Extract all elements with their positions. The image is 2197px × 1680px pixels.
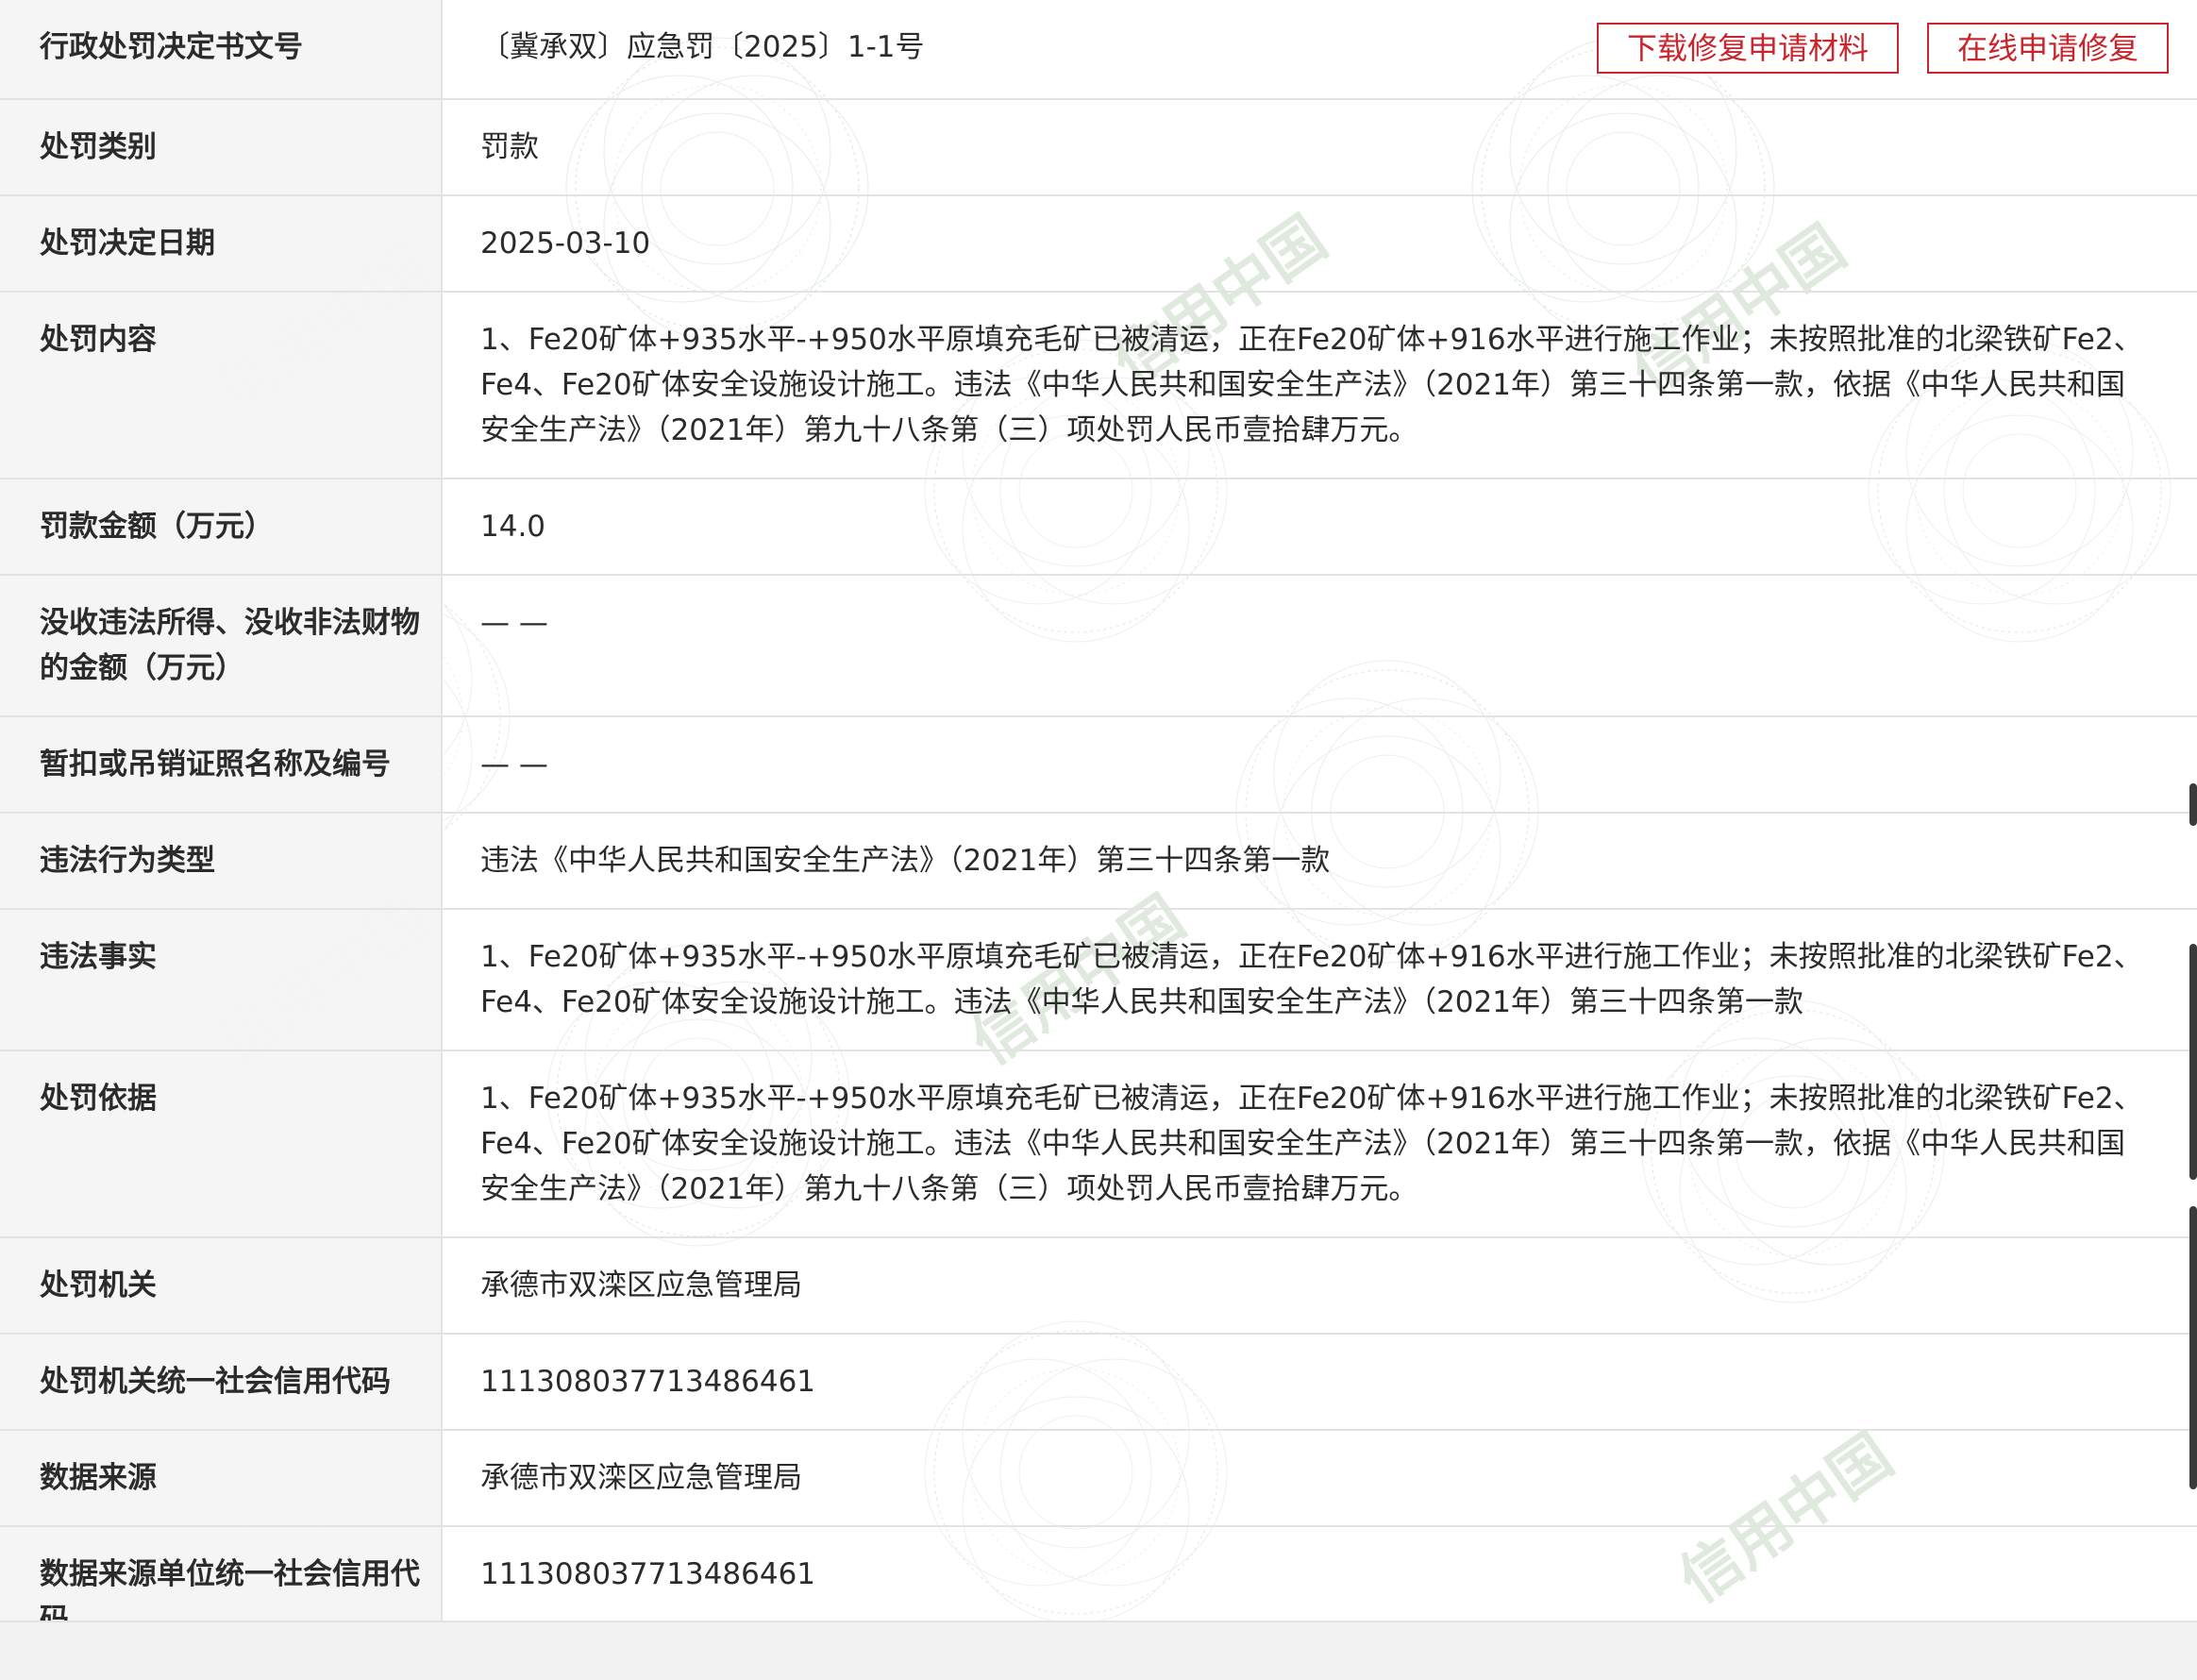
row-value: 111308037713486461 bbox=[442, 1525, 2197, 1621]
repair-actions: 下载修复申请材料 在线申请修复 bbox=[1596, 23, 2169, 74]
row-label: 处罚决定日期 bbox=[0, 194, 443, 292]
row-value: 2025-03-10 bbox=[442, 194, 2197, 292]
record-row-confiscation-amount: 没收违法所得、没收非法财物的金额（万元） — — bbox=[0, 574, 2197, 716]
row-label: 罚款金额（万元） bbox=[0, 478, 443, 575]
row-label: 行政处罚决定书文号 bbox=[0, 0, 443, 99]
record-page: 信用中国 信用中国 信用中国 信用中国 信用中国 信用中国 bbox=[0, 0, 2197, 1680]
record-row-penalty-content: 处罚内容 1、Fe20矿体+935水平-+950水平原填充毛矿已被清运，正在Fe… bbox=[0, 291, 2197, 479]
page-bottom-strip bbox=[0, 1621, 2197, 1680]
row-label: 处罚机关统一社会信用代码 bbox=[0, 1333, 443, 1430]
record-row-authority-credit-code: 处罚机关统一社会信用代码 111308037713486461 bbox=[0, 1333, 2197, 1430]
row-label: 处罚机关 bbox=[0, 1236, 443, 1334]
row-value: 违法《中华人民共和国安全生产法》（2021年）第三十四条第一款 bbox=[442, 812, 2197, 909]
decision-number-value: 〔冀承双〕应急罚〔2025〕1-1号 bbox=[480, 30, 925, 64]
row-value-cell: 〔冀承双〕应急罚〔2025〕1-1号 下载修复申请材料 在线申请修复 bbox=[442, 0, 2197, 99]
download-repair-materials-button[interactable]: 下载修复申请材料 bbox=[1596, 23, 1899, 74]
penalty-detail-panel: 信用中国 信用中国 信用中国 信用中国 信用中国 信用中国 bbox=[0, 0, 2197, 1621]
record-row-license-revocation: 暂扣或吊销证照名称及编号 — — bbox=[0, 715, 2197, 813]
row-value: 承德市双滦区应急管理局 bbox=[442, 1429, 2197, 1526]
apply-online-repair-button[interactable]: 在线申请修复 bbox=[1926, 23, 2169, 74]
row-value: 1、Fe20矿体+935水平-+950水平原填充毛矿已被清运，正在Fe20矿体+… bbox=[442, 1050, 2197, 1237]
scroll-thumb[interactable] bbox=[2189, 1206, 2197, 1489]
row-label: 暂扣或吊销证照名称及编号 bbox=[0, 715, 443, 813]
record-row-violation-type: 违法行为类型 违法《中华人民共和国安全生产法》（2021年）第三十四条第一款 bbox=[0, 812, 2197, 909]
row-label: 数据来源单位统一社会信用代码 bbox=[0, 1525, 443, 1621]
row-label: 处罚依据 bbox=[0, 1050, 443, 1237]
penalty-record-table: 行政处罚决定书文号 〔冀承双〕应急罚〔2025〕1-1号 下载修复申请材料 在线… bbox=[0, 0, 2197, 1621]
row-label: 处罚类别 bbox=[0, 98, 443, 195]
record-row-violation-facts: 违法事实 1、Fe20矿体+935水平-+950水平原填充毛矿已被清运，正在Fe… bbox=[0, 908, 2197, 1050]
row-label: 违法行为类型 bbox=[0, 812, 443, 909]
row-value: 1、Fe20矿体+935水平-+950水平原填充毛矿已被清运，正在Fe20矿体+… bbox=[442, 291, 2197, 479]
row-value: 罚款 bbox=[442, 98, 2197, 195]
record-row-penalty-category: 处罚类别 罚款 bbox=[0, 98, 2197, 195]
row-value: 111308037713486461 bbox=[442, 1333, 2197, 1430]
record-row-fine-amount: 罚款金额（万元） 14.0 bbox=[0, 478, 2197, 575]
row-label: 数据来源 bbox=[0, 1429, 443, 1526]
record-row-penalty-basis: 处罚依据 1、Fe20矿体+935水平-+950水平原填充毛矿已被清运，正在Fe… bbox=[0, 1050, 2197, 1237]
record-row-decision-number: 行政处罚决定书文号 〔冀承双〕应急罚〔2025〕1-1号 下载修复申请材料 在线… bbox=[0, 0, 2197, 99]
record-row-penalty-authority: 处罚机关 承德市双滦区应急管理局 bbox=[0, 1236, 2197, 1334]
scroll-thumb[interactable] bbox=[2189, 944, 2197, 1180]
row-label: 没收违法所得、没收非法财物的金额（万元） bbox=[0, 574, 443, 716]
row-value: 1、Fe20矿体+935水平-+950水平原填充毛矿已被清运，正在Fe20矿体+… bbox=[442, 908, 2197, 1050]
row-value: — — bbox=[442, 574, 2197, 716]
row-value: — — bbox=[442, 715, 2197, 813]
record-row-decision-date: 处罚决定日期 2025-03-10 bbox=[0, 194, 2197, 292]
record-row-data-source: 数据来源 承德市双滦区应急管理局 bbox=[0, 1429, 2197, 1526]
row-label: 处罚内容 bbox=[0, 291, 443, 479]
scrollbar[interactable] bbox=[2189, 783, 2197, 1529]
row-value: 14.0 bbox=[442, 478, 2197, 575]
row-label: 违法事实 bbox=[0, 908, 443, 1050]
row-value: 承德市双滦区应急管理局 bbox=[442, 1236, 2197, 1334]
record-row-source-credit-code: 数据来源单位统一社会信用代码 111308037713486461 bbox=[0, 1525, 2197, 1621]
scroll-thumb[interactable] bbox=[2189, 783, 2197, 826]
